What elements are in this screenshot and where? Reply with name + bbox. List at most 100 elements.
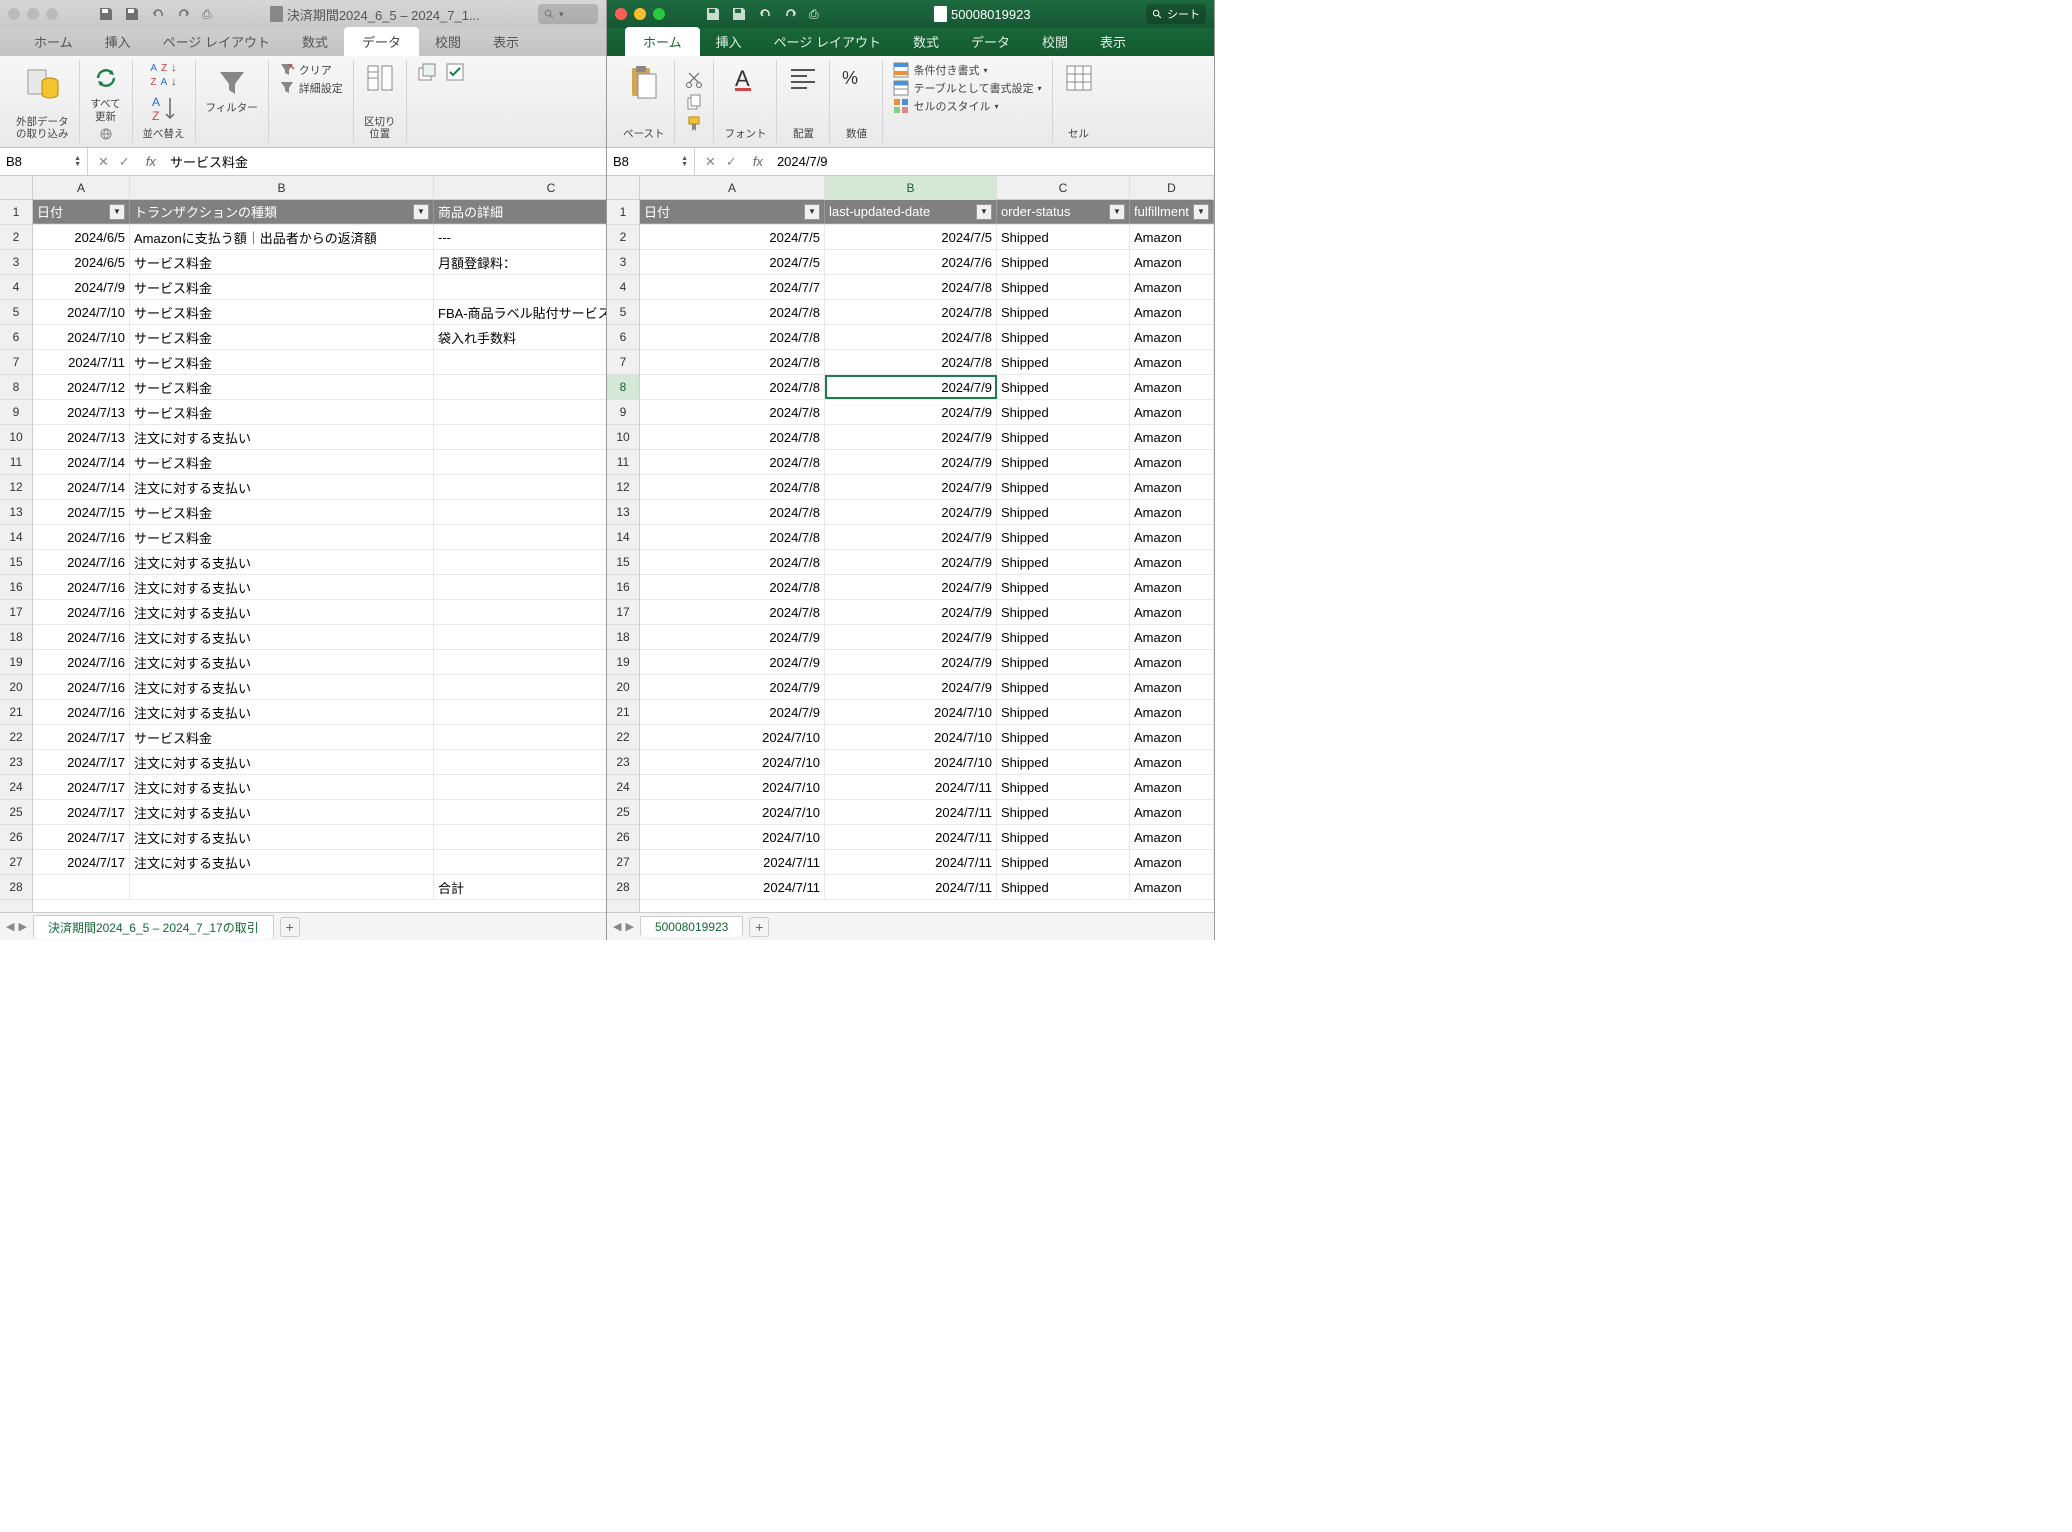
cell[interactable]: サービス料金 [130, 250, 434, 274]
cell[interactable]: 注文に対する支払い [130, 850, 434, 874]
sheet-tab[interactable]: 決済期間2024_6_5 – 2024_7_17の取引 [33, 915, 274, 939]
cell[interactable] [434, 825, 606, 849]
cell[interactable]: 2024/7/8 [825, 275, 997, 299]
cell[interactable]: 2024/7/9 [825, 575, 997, 599]
cell[interactable]: 2024/7/10 [825, 700, 997, 724]
cell[interactable]: 2024/7/8 [640, 550, 825, 574]
cell[interactable]: サービス料金 [130, 275, 434, 299]
table-header-cell[interactable]: last-updated-date▼ [825, 200, 997, 224]
row-header[interactable]: 14 [607, 525, 639, 550]
cell[interactable]: 2024/7/8 [640, 400, 825, 424]
cell[interactable]: Amazonに支払う額｜出品者からの返済額 [130, 225, 434, 249]
row-header[interactable]: 8 [0, 375, 32, 400]
table-header-cell[interactable]: 日付▼ [33, 200, 130, 224]
cell[interactable]: Shipped [997, 650, 1130, 674]
redo-icon[interactable] [176, 6, 192, 22]
minimize-window-icon[interactable] [27, 8, 39, 20]
cell[interactable]: 2024/7/10 [640, 775, 825, 799]
cell[interactable]: 2024/7/17 [33, 850, 130, 874]
cell[interactable]: Shipped [997, 225, 1130, 249]
cell[interactable]: Shipped [997, 550, 1130, 574]
cell[interactable] [434, 500, 606, 524]
cell[interactable]: サービス料金 [130, 350, 434, 374]
autosave-icon[interactable] [98, 6, 114, 22]
sort-icon[interactable]: AZ [148, 92, 180, 124]
cell[interactable]: サービス料金 [130, 525, 434, 549]
cell[interactable]: 2024/7/8 [640, 525, 825, 549]
paste-group[interactable]: ペースト [613, 60, 675, 143]
ribbon-tab-ページ レイアウト[interactable]: ページ レイアウト [147, 27, 286, 56]
cell[interactable]: 2024/7/9 [825, 500, 997, 524]
cell[interactable]: Amazon [1130, 850, 1214, 874]
cell[interactable]: サービス料金 [130, 500, 434, 524]
row-header[interactable]: 25 [0, 800, 32, 825]
cell[interactable]: 2024/7/16 [33, 675, 130, 699]
row-header[interactable]: 8 [607, 375, 639, 400]
cell[interactable]: 注文に対する支払い [130, 675, 434, 699]
cell[interactable] [434, 700, 606, 724]
cell[interactable]: Amazon [1130, 475, 1214, 499]
add-sheet-button[interactable]: + [280, 917, 300, 937]
close-window-icon[interactable] [615, 8, 627, 20]
name-box-input[interactable] [613, 154, 663, 169]
cell[interactable]: サービス料金 [130, 400, 434, 424]
row-header[interactable]: 14 [0, 525, 32, 550]
filter-dropdown-icon[interactable]: ▼ [109, 204, 125, 220]
row-header[interactable]: 4 [0, 275, 32, 300]
cells-group[interactable]: セル [1053, 60, 1105, 143]
cell[interactable]: 2024/7/10 [825, 725, 997, 749]
row-header[interactable]: 9 [0, 400, 32, 425]
ribbon-tab-表示[interactable]: 表示 [477, 27, 535, 56]
cell[interactable]: Amazon [1130, 425, 1214, 449]
ribbon-tab-挿入[interactable]: 挿入 [89, 27, 147, 56]
row-header[interactable]: 11 [0, 450, 32, 475]
cell[interactable]: 注文に対する支払い [130, 425, 434, 449]
column-header-C[interactable]: C [434, 176, 606, 201]
cell[interactable]: Amazon [1130, 350, 1214, 374]
row-header[interactable]: 25 [607, 800, 639, 825]
cell[interactable]: 2024/7/7 [640, 275, 825, 299]
cell[interactable]: 2024/7/8 [640, 475, 825, 499]
table-header-cell[interactable]: 商品の詳細▼ [434, 200, 606, 224]
name-box[interactable]: ▲▼ [0, 148, 88, 175]
cell[interactable]: 2024/7/17 [33, 825, 130, 849]
row-header[interactable]: 6 [0, 325, 32, 350]
row-header[interactable]: 27 [0, 850, 32, 875]
cell[interactable] [130, 875, 434, 899]
row-header[interactable]: 15 [0, 550, 32, 575]
cell[interactable]: 合計 [434, 875, 606, 899]
row-header[interactable]: 21 [0, 700, 32, 725]
cell[interactable]: Shipped [997, 575, 1130, 599]
copy-icon[interactable] [685, 93, 703, 111]
cell[interactable]: 2024/7/9 [640, 700, 825, 724]
cell[interactable]: サービス料金 [130, 725, 434, 749]
cell[interactable]: 2024/7/5 [640, 250, 825, 274]
cell[interactable] [434, 600, 606, 624]
cell[interactable]: 2024/7/8 [640, 325, 825, 349]
cell[interactable]: 2024/7/9 [640, 650, 825, 674]
cell[interactable]: 2024/7/9 [825, 550, 997, 574]
data-validation-icon[interactable] [445, 62, 465, 82]
column-header-C[interactable]: C [997, 176, 1130, 201]
cell[interactable]: 注文に対する支払い [130, 825, 434, 849]
cell[interactable]: 2024/7/10 [640, 750, 825, 774]
cell[interactable] [434, 350, 606, 374]
sort-group[interactable]: AZ↓ ZA↓ AZ 並べ替え [133, 60, 196, 143]
cell[interactable]: 2024/7/9 [825, 400, 997, 424]
cell[interactable]: 2024/7/9 [825, 450, 997, 474]
row-header[interactable]: 13 [0, 500, 32, 525]
cell[interactable]: 2024/7/8 [640, 450, 825, 474]
ribbon-tab-校閲[interactable]: 校閲 [1026, 27, 1084, 56]
cell[interactable]: 注文に対する支払い [130, 575, 434, 599]
table-header-cell[interactable]: fulfillment▼ [1130, 200, 1214, 224]
name-box-dropdown-icon[interactable]: ▲▼ [681, 156, 688, 167]
cell[interactable]: 2024/7/8 [640, 375, 825, 399]
sheet-nav[interactable]: ◀▶ [613, 920, 634, 933]
cell[interactable]: 2024/7/16 [33, 650, 130, 674]
search-box[interactable]: シート [1146, 4, 1206, 24]
row-header[interactable]: 19 [0, 650, 32, 675]
row-header[interactable]: 16 [0, 575, 32, 600]
cell[interactable]: Amazon [1130, 725, 1214, 749]
row-header[interactable]: 18 [0, 625, 32, 650]
row-header[interactable]: 7 [0, 350, 32, 375]
